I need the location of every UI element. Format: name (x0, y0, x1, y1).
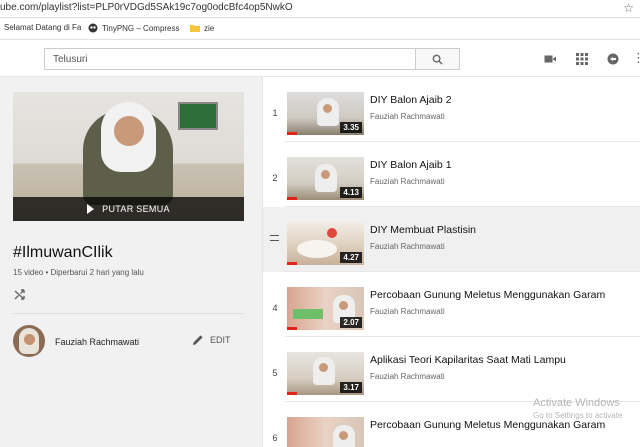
video-title[interactable]: Aplikasi Teori Kapilaritas Saat Mati Lam… (370, 354, 566, 366)
playlist-sidebar: PUTAR SEMUA #IlmuwanCIlik 15 video • Dip… (0, 77, 262, 447)
pencil-icon (193, 335, 203, 345)
duration-badge: 2.07 (340, 317, 362, 328)
video-thumbnail[interactable]: 3.35 (287, 92, 364, 135)
play-icon (87, 204, 95, 214)
youtube-header: ⋮ (0, 40, 640, 77)
video-channel[interactable]: Fauziah Rachmawati (370, 112, 445, 121)
row-index: 2 (272, 173, 278, 183)
bookmark-label: Selamat Datang di Fa (4, 23, 82, 32)
search-icon (432, 54, 443, 65)
video-thumbnail[interactable]: 3.17 (287, 352, 364, 395)
playlist-row[interactable]: 2 4.13 DIY Balon Ajaib 1 Fauziah Rachmaw… (263, 142, 640, 207)
search-box (44, 48, 416, 70)
bookmark-star-icon[interactable]: ☆ (623, 1, 634, 15)
edit-label: EDIT (210, 335, 231, 345)
video-channel[interactable]: Fauziah Rachmawati (370, 307, 445, 316)
duration-badge: 3.35 (340, 122, 362, 133)
duration-badge: 4.27 (340, 252, 362, 263)
bookmark-label: zie (204, 23, 215, 33)
url-text[interactable]: ube.com/playlist?list=PLP0rVDGd5SAk19c7o… (0, 2, 293, 13)
video-title[interactable]: Percobaan Gunung Meletus Menggunakan Gar… (370, 419, 605, 431)
apps-grid-icon[interactable] (576, 53, 588, 65)
playlist-row[interactable]: 5 3.17 Aplikasi Teori Kapilaritas Saat M… (263, 337, 640, 402)
panda-icon (88, 23, 98, 33)
video-thumbnail[interactable] (287, 417, 364, 447)
playlist-row[interactable]: 1 3.35 DIY Balon Ajaib 2 Fauziah Rachmaw… (263, 77, 640, 142)
play-all-button[interactable]: PUTAR SEMUA (13, 197, 244, 221)
playlist-title: #IlmuwanCIlik (13, 244, 113, 261)
video-title[interactable]: DIY Membuat Plastisin (370, 224, 476, 236)
shuffle-icon[interactable] (14, 289, 26, 301)
play-all-label: PUTAR SEMUA (102, 204, 170, 214)
row-index: 4 (272, 303, 278, 313)
address-bar[interactable]: ube.com/playlist?list=PLP0rVDGd5SAk19c7o… (0, 0, 640, 18)
row-index: 6 (272, 433, 278, 443)
bookmark-label: TinyPNG – Compress (102, 23, 180, 33)
bookmarks-bar: Selamat Datang di Fa TinyPNG – Compress … (0, 18, 640, 40)
row-index: 5 (272, 368, 278, 378)
search-input[interactable] (45, 49, 415, 70)
playlist-owner[interactable]: Fauziah Rachmawati (55, 337, 139, 347)
duration-badge: 3.17 (340, 382, 362, 393)
duration-badge: 4.13 (340, 187, 362, 198)
video-channel[interactable]: Fauziah Rachmawati (370, 177, 445, 186)
video-title[interactable]: DIY Balon Ajaib 1 (370, 159, 452, 171)
watermark-line2: Go to Settings to activate (533, 411, 623, 420)
bookmark-item[interactable]: Selamat Datang di Fa (4, 23, 81, 32)
upload-icon[interactable] (544, 53, 556, 65)
bookmark-item[interactable]: TinyPNG – Compress (88, 23, 180, 33)
bookmark-item[interactable]: zie (190, 23, 214, 33)
playlist-meta: 15 video • Diperbarui 2 hari yang lalu (13, 268, 144, 277)
divider (13, 313, 244, 314)
edit-button[interactable]: EDIT (192, 334, 231, 346)
video-thumbnail[interactable]: 2.07 (287, 287, 364, 330)
video-channel[interactable]: Fauziah Rachmawati (370, 372, 445, 381)
playlist-row-current[interactable]: 4.27 DIY Membuat Plastisin Fauziah Rachm… (263, 207, 640, 272)
avatar[interactable] (13, 325, 45, 357)
row-index: 1 (272, 108, 278, 118)
watermark-line1: Activate Windows (533, 397, 620, 409)
more-icon[interactable]: ⋮ (632, 50, 640, 66)
playlist-thumbnail[interactable]: PUTAR SEMUA (13, 92, 244, 221)
activate-windows-watermark: Activate Windows Go to Settings to activ… (533, 397, 640, 420)
search-button[interactable] (416, 48, 460, 70)
chat-icon[interactable] (607, 53, 619, 65)
folder-icon (190, 25, 200, 32)
video-title[interactable]: Percobaan Gunung Meletus Menggunakan Gar… (370, 289, 605, 301)
drag-handle-icon[interactable] (270, 235, 279, 241)
playlist-row[interactable]: 4 2.07 Percobaan Gunung Meletus Mengguna… (263, 272, 640, 337)
video-channel[interactable]: Fauziah Rachmawati (370, 242, 445, 251)
playlist-video-list: 1 3.35 DIY Balon Ajaib 2 Fauziah Rachmaw… (262, 77, 640, 447)
video-title[interactable]: DIY Balon Ajaib 2 (370, 94, 452, 106)
video-thumbnail[interactable]: 4.27 (287, 222, 364, 265)
video-thumbnail[interactable]: 4.13 (287, 157, 364, 200)
